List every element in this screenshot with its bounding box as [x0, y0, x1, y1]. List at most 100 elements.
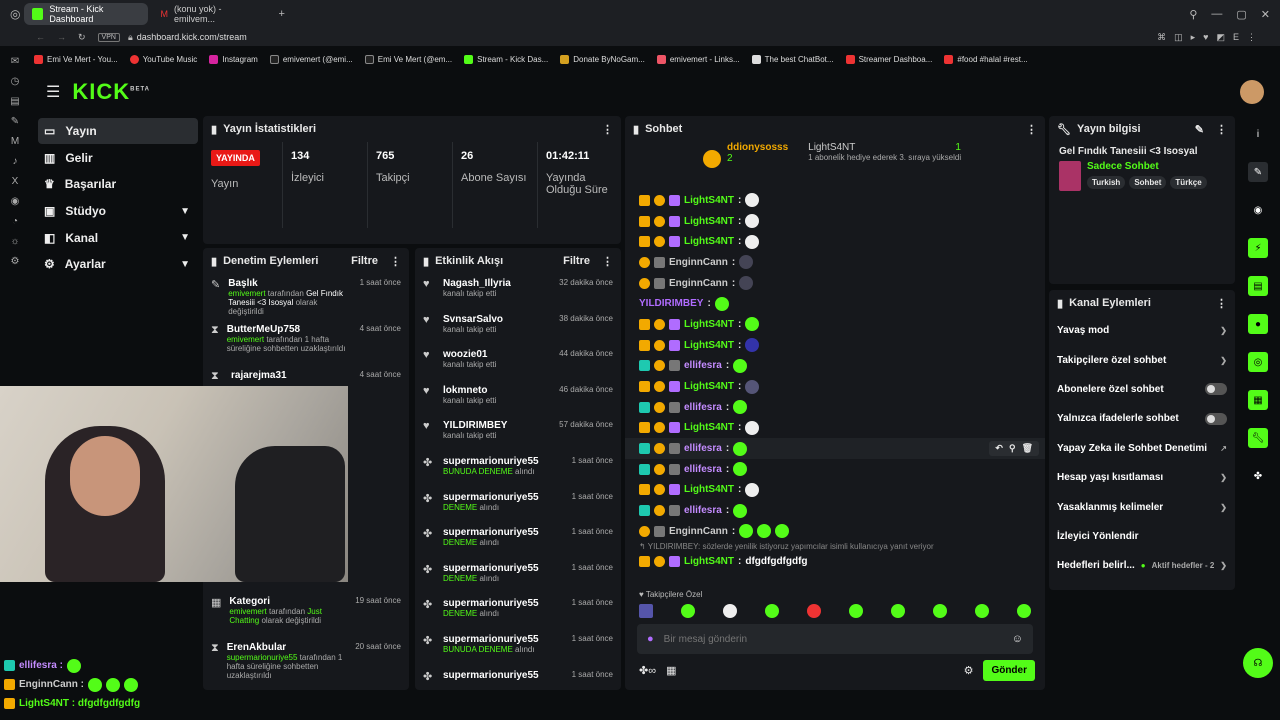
action-account-age[interactable]: Hesap yaşı kısıtlaması ❯	[1049, 463, 1235, 492]
chat-input[interactable]: ● ☺	[637, 624, 1033, 654]
clock-icon[interactable]: ◔	[12, 216, 18, 227]
kebab-menu-icon[interactable]: ⋮	[602, 123, 613, 136]
kebab-menu-icon[interactable]: ⋮	[390, 255, 401, 268]
chat-message-field[interactable]	[663, 633, 1002, 645]
bookmark-item[interactable]: #food #halal #rest...	[944, 54, 1028, 64]
sidebar-item-kanal[interactable]: ◧ Kanal ▼	[38, 225, 198, 251]
emote-icon[interactable]	[849, 604, 863, 618]
kick-points-icon[interactable]: ✤∞	[639, 664, 656, 677]
kebab-menu-icon[interactable]: ⋮	[1216, 123, 1227, 136]
layout-icon[interactable]: ▦	[1248, 390, 1268, 410]
tab-gmail[interactable]: M (konu yok) - emilvem...	[152, 3, 272, 25]
info-icon[interactable]: i	[1248, 124, 1268, 144]
chat-username[interactable]: LightS4NT	[684, 484, 734, 495]
emote-icon[interactable]	[681, 604, 695, 618]
chat-username[interactable]: ellifesra	[684, 402, 722, 413]
chat-bubble-icon[interactable]: ●	[1248, 314, 1268, 334]
emote-icon[interactable]	[975, 604, 989, 618]
reply-icon[interactable]: ↶	[995, 443, 1003, 454]
document-icon[interactable]: ▤	[1248, 276, 1268, 296]
chat-username[interactable]: LightS4NT	[684, 381, 734, 392]
subscribers-only-toggle[interactable]	[1205, 383, 1227, 396]
emote-icon[interactable]	[765, 604, 779, 618]
bookmark-item[interactable]: Emi Ve Mert (@em...	[364, 54, 452, 64]
support-icon[interactable]: ☊	[1243, 648, 1273, 678]
kebab-menu-icon[interactable]: ⋮	[602, 255, 613, 268]
tab-stream-dashboard[interactable]: Stream - Kick Dashboard	[24, 3, 149, 25]
emote-icon[interactable]	[807, 604, 821, 618]
bookmark-item[interactable]: The best ChatBot...	[751, 54, 834, 64]
maximize-icon[interactable]: ▢	[1236, 8, 1246, 21]
chat-username[interactable]: LightS4NT	[684, 340, 734, 351]
back-icon[interactable]: ←	[36, 32, 45, 42]
bookmark-item[interactable]: YouTube Music	[129, 54, 197, 64]
wrench-icon[interactable]: 🔧︎	[1248, 428, 1268, 448]
chat-username[interactable]: YILDIRIMBEY	[639, 298, 703, 309]
pinned-app-icon[interactable]: ◉	[11, 196, 20, 207]
menu-icon[interactable]: ☰	[46, 82, 60, 102]
pin-icon[interactable]: ⚲	[1009, 443, 1016, 454]
bookmark-item[interactable]: Instagram	[209, 54, 258, 64]
kebab-menu-icon[interactable]: ⋮	[1216, 297, 1227, 310]
action-followers-only[interactable]: Takipçilere özel sohbet ❯	[1049, 345, 1235, 374]
chat-username[interactable]: ellifesra	[684, 443, 722, 454]
bookmark-item[interactable]: Stream - Kick Das...	[464, 54, 548, 64]
bookmark-item[interactable]: emivemert (@emi...	[269, 54, 353, 64]
filter-button[interactable]: Filtre	[351, 255, 378, 267]
filter-button[interactable]: Filtre	[563, 255, 590, 267]
kebab-menu-icon[interactable]: ⋮	[1026, 123, 1037, 136]
tag[interactable]: Sohbet	[1129, 176, 1167, 189]
action-slow-mode[interactable]: Yavaş mod ❯	[1049, 316, 1235, 345]
new-tab-icon[interactable]: +	[278, 8, 284, 20]
emote-only-toggle[interactable]	[1205, 412, 1227, 425]
tiktok-icon[interactable]: ♪	[13, 156, 18, 167]
sidebar-item-basarilar[interactable]: ♛ Başarılar	[38, 171, 198, 197]
category-name[interactable]: Sadece Sohbet	[1087, 161, 1207, 172]
chat-username[interactable]: ellifesra	[684, 464, 722, 475]
wallet-icon[interactable]: ▤	[10, 96, 19, 107]
chat-username[interactable]: LightS4NT	[684, 319, 734, 330]
history-icon[interactable]: ◷	[11, 76, 20, 87]
chat-username[interactable]: LightS4NT	[684, 236, 734, 247]
flash-icon[interactable]: ⚡︎	[1248, 238, 1268, 258]
avatar[interactable]	[1240, 80, 1264, 104]
sidebar-item-yayin[interactable]: ▭ Yayın	[38, 118, 198, 144]
chat-username[interactable]: ellifesra	[684, 360, 722, 371]
points-icon[interactable]: ✤	[1248, 466, 1268, 486]
extension-icons[interactable]: ⌘◫▸♥◩E⋮	[1157, 32, 1264, 43]
chat-username[interactable]: LightS4NT	[684, 556, 734, 567]
settings-icon[interactable]: ⚙	[964, 664, 974, 677]
forward-icon[interactable]: →	[57, 32, 66, 42]
store-icon[interactable]: ▦	[666, 664, 676, 677]
edit-icon[interactable]: ✎	[1195, 123, 1204, 136]
tag[interactable]: Türkçe	[1170, 176, 1207, 189]
url-field[interactable]: dashboard.kick.com/stream	[137, 32, 247, 42]
action-host[interactable]: İzleyici Yönlendir	[1049, 522, 1235, 551]
lightbulb-icon[interactable]: ☼	[10, 236, 19, 247]
kick-logo[interactable]: KICKBETA	[72, 79, 150, 105]
settings-icon[interactable]: ⚙	[11, 256, 20, 267]
emoji-icon[interactable]: ☺	[1012, 633, 1023, 645]
vpn-badge[interactable]: VPN	[97, 32, 120, 42]
emote-icon[interactable]	[1017, 604, 1031, 618]
x-icon[interactable]: X	[12, 176, 19, 187]
close-icon[interactable]: ✕	[1261, 8, 1270, 21]
chat-username[interactable]: LightS4NT	[684, 195, 734, 206]
bookmark-item[interactable]: Streamer Dashboa...	[845, 54, 932, 64]
mail-icon[interactable]: M	[11, 136, 19, 147]
microphone-icon[interactable]: ●	[647, 633, 654, 645]
broadcast-icon[interactable]: ◎	[1248, 352, 1268, 372]
sidebar-item-studyo[interactable]: ▣ Stüdyo ▼	[38, 198, 198, 224]
minimize-icon[interactable]: —	[1211, 8, 1222, 20]
tag[interactable]: Turkish	[1087, 176, 1126, 189]
bookmark-item[interactable]: Emi Ve Mert - You...	[34, 54, 118, 64]
reload-icon[interactable]: ↻	[78, 32, 86, 43]
edit-icon[interactable]: ✎	[1248, 162, 1268, 182]
emote-icon[interactable]	[933, 604, 947, 618]
emote-icon[interactable]	[723, 604, 737, 618]
action-banned-words[interactable]: Yasaklanmış kelimeler ❯	[1049, 492, 1235, 521]
chat-username[interactable]: ellifesra	[684, 505, 722, 516]
bookmark-item[interactable]: Donate ByNoGam...	[560, 54, 645, 64]
delete-icon[interactable]: 🗑︎	[1022, 443, 1033, 454]
sidebar-item-ayarlar[interactable]: ⚙ Ayarlar ▼	[38, 251, 198, 277]
